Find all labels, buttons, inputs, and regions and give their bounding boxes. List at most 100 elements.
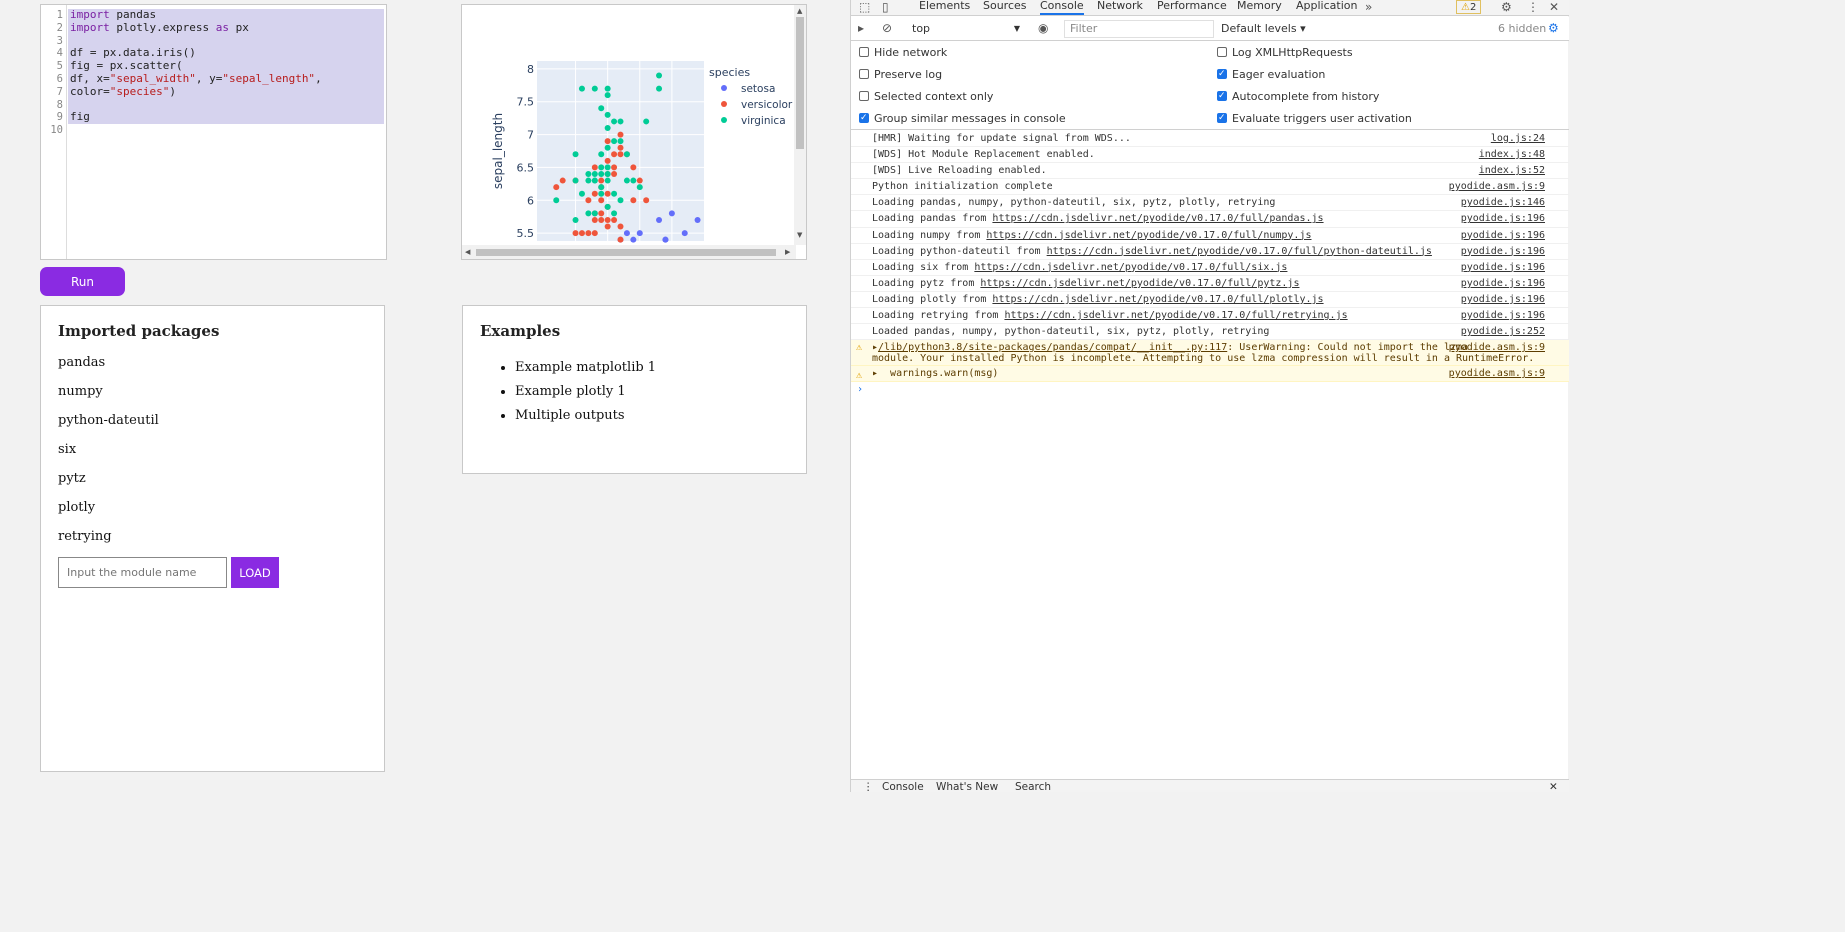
- source-link[interactable]: pyodide.asm.js:9: [1449, 366, 1545, 382]
- source-link[interactable]: pyodide.js:196: [1461, 308, 1545, 324]
- module-name-input[interactable]: [58, 557, 227, 588]
- log-levels-select[interactable]: Default levels ▾: [1221, 22, 1306, 35]
- drawer-menu-icon[interactable]: ⋮: [863, 782, 874, 793]
- run-button[interactable]: Run: [40, 267, 125, 296]
- console-log: [HMR] Waiting for update signal from WDS…: [851, 131, 1569, 398]
- source-link[interactable]: index.js:48: [1479, 147, 1545, 163]
- prompt-chevron-icon: ›: [857, 384, 864, 396]
- eye-icon[interactable]: ◉: [1038, 21, 1048, 35]
- line-number: 8: [56, 98, 63, 111]
- scatter-point-virginica: [604, 144, 611, 151]
- source-link[interactable]: pyodide.js:196: [1461, 260, 1545, 276]
- message-link[interactable]: https://cdn.jsdelivr.net/pyodide/v0.17.0…: [992, 294, 1323, 305]
- option-group-similar-messages-in-console[interactable]: Group similar messages in console: [859, 111, 1066, 126]
- device-toolbar-icon[interactable]: ▯: [882, 0, 889, 14]
- line-number: 2: [56, 21, 63, 34]
- console-prompt[interactable]: ›: [851, 382, 1569, 398]
- message-link[interactable]: https://cdn.jsdelivr.net/pyodide/v0.17.0…: [1047, 246, 1432, 257]
- scatter-point-virginica: [617, 118, 624, 125]
- message-link[interactable]: https://cdn.jsdelivr.net/pyodide/v0.17.0…: [992, 213, 1323, 224]
- scatter-point-virginica: [611, 190, 618, 197]
- option-log-xmlhttprequests[interactable]: Log XMLHttpRequests: [1217, 46, 1353, 60]
- drawer-tab-search[interactable]: Search: [1015, 782, 1051, 793]
- scatter-point-virginica: [636, 184, 643, 191]
- console-message: Loading plotly from https://cdn.jsdelivr…: [851, 292, 1569, 309]
- example-item[interactable]: Example plotly 1: [515, 380, 656, 404]
- context-select[interactable]: top ▼: [907, 20, 1025, 38]
- tab-performance[interactable]: Performance: [1157, 0, 1227, 12]
- settings-icon[interactable]: ⚙: [1548, 21, 1559, 35]
- vertical-scrollbar[interactable]: ▲ ▼: [794, 5, 806, 245]
- tab-network[interactable]: Network: [1097, 0, 1143, 12]
- code-content[interactable]: import pandas import plotly.express as p…: [68, 8, 384, 137]
- scrollbar-thumb[interactable]: [476, 249, 776, 256]
- tab-memory[interactable]: Memory: [1237, 0, 1282, 12]
- source-link[interactable]: pyodide.js:146: [1461, 195, 1545, 211]
- drawer-tab-console[interactable]: Console: [882, 782, 924, 793]
- checkbox[interactable]: [859, 91, 869, 101]
- option-hide-network[interactable]: Hide network: [859, 46, 947, 60]
- checkbox[interactable]: [1217, 47, 1227, 57]
- checkbox[interactable]: [1217, 89, 1227, 103]
- source-link[interactable]: pyodide.js:196: [1461, 228, 1545, 244]
- checkbox[interactable]: [859, 111, 869, 125]
- option-evaluate-triggers-user-activation[interactable]: Evaluate triggers user activation: [1217, 111, 1412, 126]
- expand-arrow-icon[interactable]: ▸: [872, 368, 884, 379]
- source-link[interactable]: pyodide.js:196: [1461, 276, 1545, 292]
- checkbox[interactable]: [1217, 67, 1227, 81]
- scatter-point-virginica: [623, 151, 630, 158]
- tab-elements[interactable]: Elements: [919, 0, 970, 12]
- dropdown-arrow-icon: ▼: [1013, 24, 1020, 33]
- more-tabs-icon[interactable]: »: [1365, 0, 1372, 14]
- source-link[interactable]: log.js:24: [1491, 131, 1545, 147]
- checkbox[interactable]: [859, 69, 869, 79]
- source-link[interactable]: pyodide.asm.js:9: [1449, 179, 1545, 195]
- sidebar-toggle-icon[interactable]: ▸: [858, 21, 864, 35]
- kebab-menu-icon[interactable]: ⋮: [1527, 0, 1539, 14]
- source-link[interactable]: pyodide.asm.js:9: [1449, 342, 1545, 353]
- warning-file-link[interactable]: /lib/python3.8/site-packages/pandas/comp…: [878, 342, 1227, 353]
- source-link[interactable]: pyodide.js:196: [1461, 211, 1545, 227]
- checkbox[interactable]: [859, 47, 869, 57]
- source-link[interactable]: pyodide.js:196: [1461, 244, 1545, 260]
- gear-icon[interactable]: ⚙: [1501, 0, 1512, 14]
- code-line: fig: [68, 111, 384, 125]
- close-icon[interactable]: ✕: [1549, 0, 1559, 14]
- tab-sources[interactable]: Sources: [983, 0, 1027, 12]
- source-link[interactable]: pyodide.js:252: [1461, 324, 1545, 340]
- option-preserve-log[interactable]: Preserve log: [859, 68, 942, 82]
- tab-application[interactable]: Application: [1296, 0, 1357, 12]
- code-editor[interactable]: 1 2 3 4 5 6 7 8 9 10 import pandas import plotly.…: [40, 4, 387, 260]
- checkbox[interactable]: [1217, 111, 1227, 125]
- source-link[interactable]: index.js:52: [1479, 163, 1545, 179]
- message-link[interactable]: https://cdn.jsdelivr.net/pyodide/v0.17.0…: [974, 262, 1287, 273]
- message-link[interactable]: https://cdn.jsdelivr.net/pyodide/v0.17.0…: [1004, 310, 1347, 321]
- clear-console-icon[interactable]: ⊘: [882, 21, 892, 35]
- source-link[interactable]: pyodide.js:196: [1461, 292, 1545, 308]
- warning-badge[interactable]: ⚠2: [1456, 0, 1482, 14]
- drawer-tab-whats-new[interactable]: What's New: [936, 782, 998, 793]
- tab-console[interactable]: Console: [1040, 0, 1084, 15]
- scrollbar-thumb[interactable]: [796, 17, 804, 149]
- scroll-left-icon[interactable]: ◀: [465, 248, 470, 256]
- scroll-up-icon[interactable]: ▲: [797, 7, 802, 15]
- option-autocomplete-from-history[interactable]: Autocomplete from history: [1217, 89, 1379, 104]
- examples-panel: Examples Example matplotlib 1 Example pl…: [462, 305, 807, 474]
- scatter-point-versicolor: [617, 236, 624, 243]
- example-item[interactable]: Multiple outputs: [515, 404, 656, 428]
- scroll-down-icon[interactable]: ▼: [797, 231, 802, 239]
- load-button[interactable]: LOAD: [231, 557, 279, 588]
- scatter-point-virginica: [604, 92, 611, 99]
- horizontal-scrollbar[interactable]: ◀ ▶: [462, 245, 796, 259]
- option-eager-evaluation[interactable]: Eager evaluation: [1217, 67, 1325, 82]
- scatter-point-versicolor: [553, 184, 560, 191]
- scatter-point-versicolor: [585, 197, 592, 204]
- example-item[interactable]: Example matplotlib 1: [515, 356, 656, 380]
- inspect-element-icon[interactable]: ⬚: [859, 0, 870, 14]
- scroll-right-icon[interactable]: ▶: [785, 248, 790, 256]
- filter-input[interactable]: Filter: [1064, 20, 1214, 38]
- message-link[interactable]: https://cdn.jsdelivr.net/pyodide/v0.17.0…: [980, 278, 1299, 289]
- drawer-close-icon[interactable]: ✕: [1549, 782, 1558, 793]
- option-selected-context-only[interactable]: Selected context only: [859, 90, 993, 104]
- message-link[interactable]: https://cdn.jsdelivr.net/pyodide/v0.17.0…: [986, 230, 1311, 241]
